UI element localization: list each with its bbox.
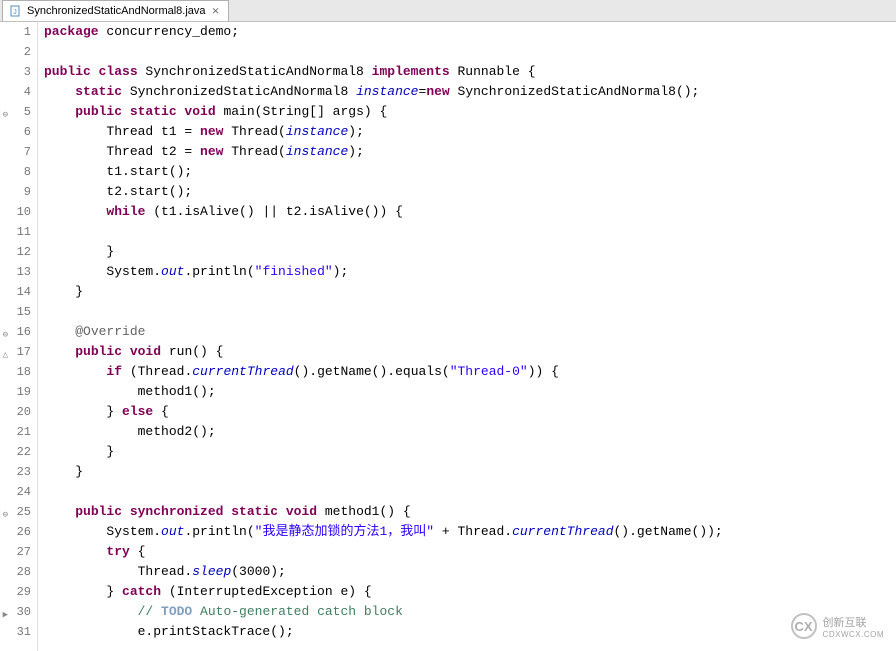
code-line[interactable] xyxy=(44,482,896,502)
line-number: 11 xyxy=(0,222,31,242)
tab-filename: SynchronizedStaticAndNormal8.java xyxy=(27,5,206,17)
code-line[interactable]: @Override xyxy=(44,322,896,342)
line-number: 13 xyxy=(0,262,31,282)
line-number: 27 xyxy=(0,542,31,562)
code-line[interactable]: // TODO Auto-generated catch block xyxy=(44,602,896,622)
line-number: 12 xyxy=(0,242,31,262)
code-line[interactable]: public static void main(String[] args) { xyxy=(44,102,896,122)
line-number: 19 xyxy=(0,382,31,402)
line-number: 29 xyxy=(0,582,31,602)
code-line[interactable] xyxy=(44,42,896,62)
code-line[interactable]: public class SynchronizedStaticAndNormal… xyxy=(44,62,896,82)
svg-text:J: J xyxy=(13,9,17,16)
watermark-text1: 创新互联 xyxy=(823,614,884,630)
line-number: 10 xyxy=(0,202,31,222)
line-number: 28 xyxy=(0,562,31,582)
watermark-text2: CDXWCX.COM xyxy=(823,630,884,639)
watermark: CX 创新互联 CDXWCX.COM xyxy=(791,613,884,639)
code-line[interactable]: Thread t2 = new Thread(instance); xyxy=(44,142,896,162)
line-number: 18 xyxy=(0,362,31,382)
code-line[interactable]: package concurrency_demo; xyxy=(44,22,896,42)
code-line[interactable]: method1(); xyxy=(44,382,896,402)
line-number: 7 xyxy=(0,142,31,162)
gutter-marker-icon: △ xyxy=(0,345,8,355)
line-number: 1 xyxy=(0,22,31,42)
code-line[interactable]: } xyxy=(44,462,896,482)
tab-bar: J SynchronizedStaticAndNormal8.java ⨯ xyxy=(0,0,896,22)
line-number: 4 xyxy=(0,82,31,102)
editor-tab[interactable]: J SynchronizedStaticAndNormal8.java ⨯ xyxy=(2,0,229,21)
line-number: 6 xyxy=(0,122,31,142)
code-line[interactable]: } xyxy=(44,282,896,302)
close-icon[interactable]: ⨯ xyxy=(210,5,222,17)
code-line[interactable]: System.out.println("我是静态加锁的方法1，我叫" + Thr… xyxy=(44,522,896,542)
code-line[interactable]: t2.start(); xyxy=(44,182,896,202)
line-number: 14 xyxy=(0,282,31,302)
code-line[interactable]: } xyxy=(44,442,896,462)
code-line[interactable]: e.printStackTrace(); xyxy=(44,622,896,642)
code-line[interactable]: static SynchronizedStaticAndNormal8 inst… xyxy=(44,82,896,102)
line-number: 2 xyxy=(0,42,31,62)
line-number: 17△ xyxy=(0,342,31,362)
code-line[interactable]: public synchronized static void method1(… xyxy=(44,502,896,522)
code-line[interactable] xyxy=(44,302,896,322)
line-number: 16⊖ xyxy=(0,322,31,342)
line-number: 26 xyxy=(0,522,31,542)
line-number: 31 xyxy=(0,622,31,642)
line-number: 9 xyxy=(0,182,31,202)
code-line[interactable]: Thread.sleep(3000); xyxy=(44,562,896,582)
line-number: 20 xyxy=(0,402,31,422)
code-line[interactable]: } xyxy=(44,242,896,262)
line-number: 21 xyxy=(0,422,31,442)
gutter-marker-icon: ⊖ xyxy=(0,105,8,115)
code-line[interactable]: Thread t1 = new Thread(instance); xyxy=(44,122,896,142)
gutter-marker-icon: ▶ xyxy=(0,605,8,615)
line-number-gutter: 12345⊖678910111213141516⊖17△181920212223… xyxy=(0,22,38,651)
code-line[interactable] xyxy=(44,222,896,242)
java-file-icon: J xyxy=(9,4,23,18)
code-area[interactable]: package concurrency_demo;public class Sy… xyxy=(38,22,896,651)
line-number: 8 xyxy=(0,162,31,182)
code-line[interactable]: } catch (InterruptedException e) { xyxy=(44,582,896,602)
line-number: 22 xyxy=(0,442,31,462)
code-line[interactable]: t1.start(); xyxy=(44,162,896,182)
code-line[interactable]: if (Thread.currentThread().getName().equ… xyxy=(44,362,896,382)
code-line[interactable]: while (t1.isAlive() || t2.isAlive()) { xyxy=(44,202,896,222)
code-line[interactable]: } else { xyxy=(44,402,896,422)
gutter-marker-icon: ⊖ xyxy=(0,325,8,335)
line-number: 23 xyxy=(0,462,31,482)
line-number: 15 xyxy=(0,302,31,322)
line-number: 30▶ xyxy=(0,602,31,622)
line-number: 3 xyxy=(0,62,31,82)
code-line[interactable]: method2(); xyxy=(44,422,896,442)
code-line[interactable]: public void run() { xyxy=(44,342,896,362)
line-number: 25⊖ xyxy=(0,502,31,522)
gutter-marker-icon: ⊖ xyxy=(0,505,8,515)
code-line[interactable]: try { xyxy=(44,542,896,562)
line-number: 5⊖ xyxy=(0,102,31,122)
watermark-logo: CX xyxy=(791,613,817,639)
code-editor[interactable]: 12345⊖678910111213141516⊖17△181920212223… xyxy=(0,22,896,651)
code-line[interactable]: System.out.println("finished"); xyxy=(44,262,896,282)
line-number: 24 xyxy=(0,482,31,502)
